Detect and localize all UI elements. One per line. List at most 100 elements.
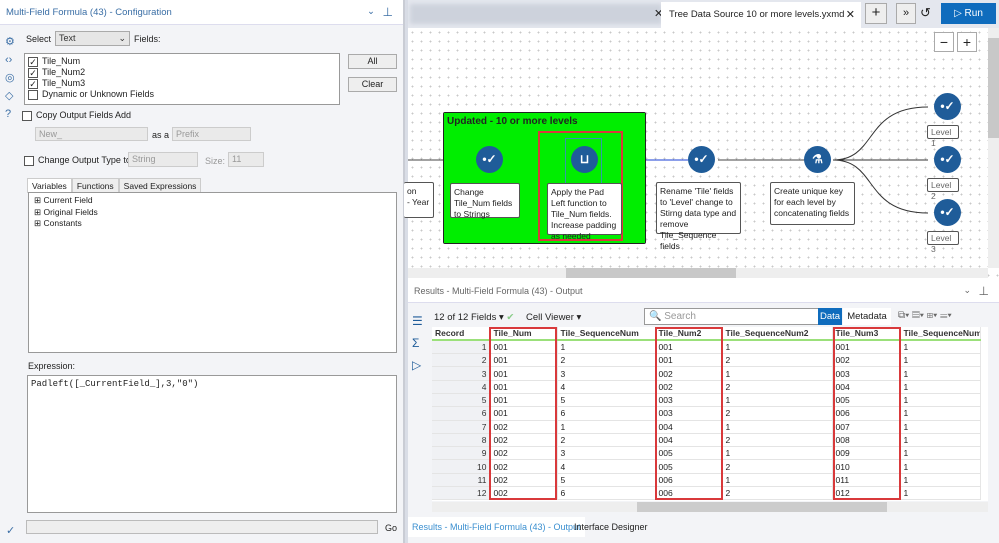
column-header[interactable]: Tile_SequenceNum2 xyxy=(722,327,833,342)
table-row[interactable]: 10 002 4 005 2 010 1 xyxy=(432,459,981,474)
new-tab-button[interactable]: + xyxy=(865,3,887,24)
metadata-tab[interactable]: Metadata xyxy=(843,308,891,325)
table-cell[interactable]: 002 xyxy=(655,380,723,394)
table-cell[interactable]: 001 xyxy=(490,340,558,355)
field-checkbox[interactable] xyxy=(28,89,38,100)
table-cell[interactable]: 1 xyxy=(722,393,833,408)
table-cell[interactable]: 005 xyxy=(655,459,723,474)
prefix-input[interactable]: New_ xyxy=(35,127,148,141)
fields-count[interactable]: 12 of 12 Fields ▾ ✔ xyxy=(434,312,514,323)
table-cell[interactable]: 1 xyxy=(900,446,981,461)
table-cell[interactable]: 1 xyxy=(557,420,656,434)
tree-item[interactable]: ⊞ Original Fields xyxy=(34,207,391,219)
formula-tool-icon[interactable]: ⚗ xyxy=(804,146,831,173)
tab-active-workflow[interactable]: Tree Data Source 10 or more levels.yxmd ✕ xyxy=(661,2,861,28)
multi-field-formula-icon[interactable]: ⊔ xyxy=(571,146,598,173)
table-cell[interactable]: 4 xyxy=(557,380,656,394)
select-tool-icon[interactable]: •✓ xyxy=(934,146,961,173)
table-cell[interactable]: 006 xyxy=(655,473,723,488)
table-row[interactable]: 2 001 2 001 2 002 1 xyxy=(432,353,981,368)
table-row[interactable]: 8 002 2 004 2 008 1 xyxy=(432,433,981,448)
table-cell[interactable]: 3 xyxy=(557,446,656,461)
table-cell[interactable]: 1 xyxy=(900,433,981,448)
table-cell[interactable]: 005 xyxy=(655,446,723,461)
table-cell[interactable]: 001 xyxy=(655,353,723,368)
table-cell[interactable]: 1 xyxy=(900,420,981,434)
table-cell[interactable]: 2 xyxy=(557,353,656,368)
fields-list[interactable]: ✓ Tile_Num ✓ Tile_Num2 ✓ Tile_Num3 Dynamic or … xyxy=(24,53,340,105)
table-cell[interactable]: 1 xyxy=(900,406,981,421)
select-type-dropdown[interactable]: Text ⌄ xyxy=(55,31,130,46)
table-cell[interactable]: 003 xyxy=(832,366,901,381)
field-item[interactable]: ✓ Tile_Num2 xyxy=(28,67,336,78)
clear-button[interactable]: Clear xyxy=(348,77,397,92)
tab-variables[interactable]: Variables xyxy=(27,178,72,193)
overflow-button[interactable]: » xyxy=(896,3,916,24)
table-cell[interactable]: 005 xyxy=(832,393,901,408)
tag-icon[interactable]: ▷ xyxy=(412,354,428,376)
table-cell[interactable]: 002 xyxy=(490,446,558,461)
table-cell[interactable]: 1 xyxy=(900,366,981,381)
prefix-dropdown[interactable]: Prefix xyxy=(172,127,251,141)
toolbar-icons[interactable]: ⧉▾ ▤▾ ⊞▾ ☰▾ xyxy=(898,310,952,321)
table-cell[interactable]: 002 xyxy=(490,486,558,501)
field-item[interactable]: ✓ Tile_Num3 xyxy=(28,78,336,89)
table-row[interactable]: 12 002 6 006 2 012 1 xyxy=(432,486,981,501)
table-cell[interactable]: 2 xyxy=(722,459,833,474)
table-cell[interactable]: 006 xyxy=(655,486,723,501)
tab-saved-expressions[interactable]: Saved Expressions xyxy=(118,178,202,193)
record-number[interactable]: 9 xyxy=(432,446,491,461)
search-input[interactable]: 🔍 Search xyxy=(644,308,819,325)
table-cell[interactable]: 1 xyxy=(900,473,981,488)
table-row[interactable]: 5 001 5 003 1 005 1 xyxy=(432,393,981,408)
history-icon[interactable]: ↺ xyxy=(920,5,931,21)
column-header[interactable]: Record xyxy=(432,327,491,342)
table-cell[interactable]: 002 xyxy=(490,459,558,474)
table-cell[interactable]: 1 xyxy=(900,459,981,474)
type-dropdown[interactable]: String xyxy=(128,152,198,167)
table-cell[interactable]: 008 xyxy=(832,433,901,448)
table-cell[interactable]: 009 xyxy=(832,446,901,461)
list-icon[interactable]: ☰ xyxy=(412,310,428,332)
table-cell[interactable]: 001 xyxy=(490,380,558,394)
horizontal-scrollbar[interactable] xyxy=(408,268,988,278)
table-cell[interactable]: 5 xyxy=(557,473,656,488)
chevron-down-icon[interactable]: ⌄ xyxy=(963,285,971,296)
table-cell[interactable]: 004 xyxy=(655,420,723,434)
tab-functions[interactable]: Functions xyxy=(71,178,119,193)
chevron-down-icon[interactable]: ⌄ xyxy=(367,6,375,17)
table-cell[interactable]: 2 xyxy=(722,406,833,421)
column-header[interactable]: Tile_Num2 xyxy=(655,327,723,342)
connection-icon[interactable]: ◎ xyxy=(5,69,19,87)
field-checkbox[interactable]: ✓ xyxy=(28,67,38,78)
table-cell[interactable]: 001 xyxy=(832,340,901,355)
table-cell[interactable]: 004 xyxy=(832,380,901,394)
table-cell[interactable]: 2 xyxy=(722,353,833,368)
table-cell[interactable]: 012 xyxy=(832,486,901,501)
run-button[interactable]: ▷ Run xyxy=(941,3,996,24)
copy-output-checkbox[interactable] xyxy=(22,110,32,121)
blurred-tabs[interactable] xyxy=(410,4,662,24)
table-cell[interactable]: 2 xyxy=(722,380,833,394)
table-cell[interactable]: 002 xyxy=(655,366,723,381)
field-item[interactable]: Dynamic or Unknown Fields xyxy=(28,89,336,100)
select-tool-icon[interactable]: •✓ xyxy=(934,199,961,226)
record-number[interactable]: 4 xyxy=(432,380,491,394)
table-cell[interactable]: 007 xyxy=(832,420,901,434)
vertical-scrollbar[interactable] xyxy=(988,28,999,268)
table-cell[interactable]: 002 xyxy=(490,433,558,448)
pin-icon[interactable]: ⊥ xyxy=(383,5,393,19)
table-cell[interactable]: 1 xyxy=(900,340,981,355)
table-cell[interactable]: 010 xyxy=(832,459,901,474)
table-cell[interactable]: 003 xyxy=(655,406,723,421)
table-horizontal-scrollbar[interactable] xyxy=(432,502,988,512)
record-number[interactable]: 10 xyxy=(432,459,491,474)
table-cell[interactable]: 002 xyxy=(832,353,901,368)
table-cell[interactable]: 006 xyxy=(832,406,901,421)
workflow-canvas[interactable]: − + Updated - 10 or more levels on - Yea… xyxy=(404,28,999,280)
close-icon[interactable]: ✕ xyxy=(846,8,855,21)
code-icon[interactable]: ‹› xyxy=(5,51,19,69)
table-cell[interactable]: 1 xyxy=(722,340,833,355)
help-icon[interactable]: ? xyxy=(5,105,19,123)
table-row[interactable]: 6 001 6 003 2 006 1 xyxy=(432,406,981,421)
